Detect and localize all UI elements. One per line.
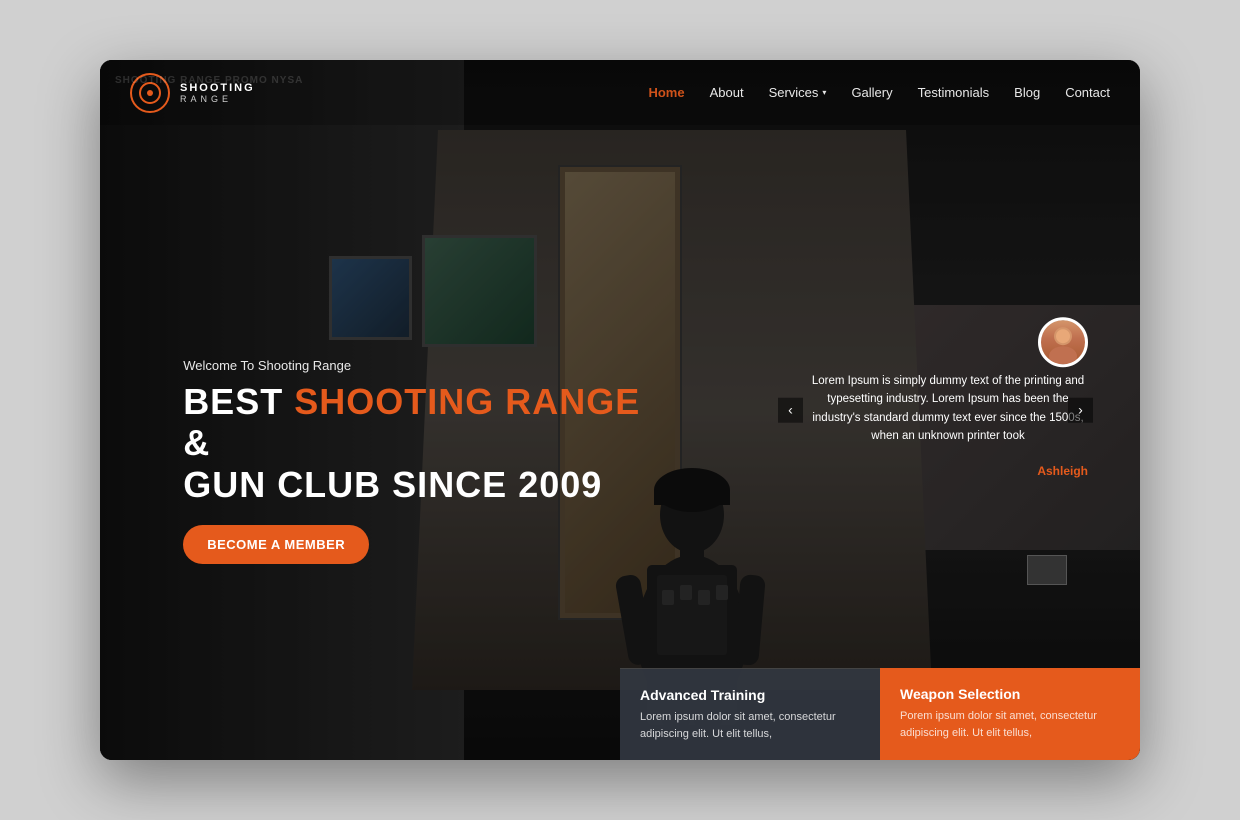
card-training-title: Advanced Training [640, 687, 860, 703]
nav-link-testimonials[interactable]: Testimonials [918, 85, 990, 100]
card-training-text: Lorem ipsum dolor sit amet, consectetur … [640, 709, 860, 742]
hero-section: SHOOTING RANGE PROMO NYSA SHOOTING RANGE… [100, 60, 1140, 760]
nav-link-about[interactable]: About [710, 85, 744, 100]
hero-subtitle: Welcome To Shooting Range [183, 358, 643, 373]
nav-link-services[interactable]: Services ▾ [769, 85, 827, 100]
services-label: Services [769, 85, 819, 100]
browser-window: SHOOTING RANGE PROMO NYSA SHOOTING RANGE… [100, 60, 1140, 760]
nav-link-contact[interactable]: Contact [1065, 85, 1110, 100]
logo-text-sub: RANGE [180, 94, 255, 104]
hero-title: BEST SHOOTING RANGE & GUN CLUB SINCE 200… [183, 381, 643, 505]
navbar: SHOOTING RANGE Home About Services ▾ [100, 60, 1140, 125]
become-member-button[interactable]: Become A Member [183, 525, 369, 564]
nav-link-gallery[interactable]: Gallery [851, 85, 892, 100]
services-chevron-icon: ▾ [822, 88, 826, 97]
watermark-text: SHOOTING RANGE PROMO NYSA [115, 75, 303, 86]
avatar-face [1041, 320, 1085, 364]
bottom-cards: Advanced Training Lorem ipsum dolor sit … [620, 668, 1140, 760]
nav-item-contact[interactable]: Contact [1065, 84, 1110, 102]
card-weapon-selection: Weapon Selection Porem ipsum dolor sit a… [880, 668, 1140, 760]
testimonial-avatar [1038, 317, 1088, 367]
testimonial-author: Ashleigh [808, 464, 1088, 478]
card-weapon-text: Porem ipsum dolor sit amet, consectetur … [900, 708, 1120, 741]
nav-item-testimonials[interactable]: Testimonials [918, 84, 990, 102]
hero-title-white1: BEST [183, 381, 294, 422]
card-advanced-training: Advanced Training Lorem ipsum dolor sit … [620, 668, 880, 760]
nav-item-services[interactable]: Services ▾ [769, 85, 827, 100]
nav-link-home[interactable]: Home [648, 85, 684, 100]
hero-content: Welcome To Shooting Range BEST SHOOTING … [183, 358, 643, 564]
nav-item-blog[interactable]: Blog [1014, 84, 1040, 102]
testimonial-card: ‹ › Lorem Ipsum is simply dummy text of … [808, 342, 1088, 478]
testimonial-next-button[interactable]: › [1068, 398, 1093, 423]
nav-item-gallery[interactable]: Gallery [851, 84, 892, 102]
nav-item-home[interactable]: Home [648, 84, 684, 102]
card-weapon-title: Weapon Selection [900, 686, 1120, 702]
hero-title-amp: & [183, 422, 210, 463]
nav-menu: Home About Services ▾ Gallery [648, 84, 1110, 102]
hero-title-line2: GUN CLUB SINCE 2009 [183, 464, 602, 505]
hero-title-orange: SHOOTING RANGE [294, 381, 640, 422]
testimonial-prev-button[interactable]: ‹ [778, 398, 803, 423]
control-box [1027, 555, 1067, 585]
nav-item-about[interactable]: About [710, 84, 744, 102]
nav-link-blog[interactable]: Blog [1014, 85, 1040, 100]
